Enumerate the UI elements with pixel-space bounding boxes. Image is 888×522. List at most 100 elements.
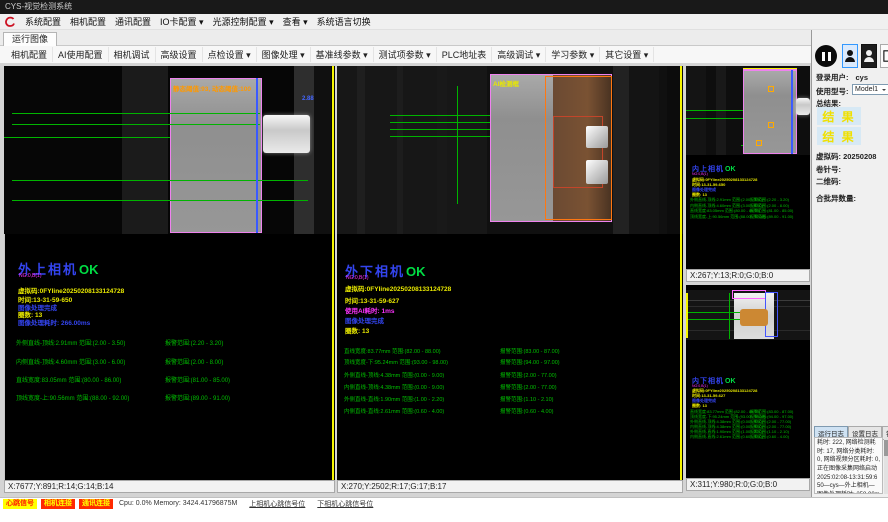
- virtual-code-row: 虚拟码: 20250208: [816, 151, 876, 162]
- model-label: 使用型号:: [816, 87, 849, 96]
- view-inner-lower-camera: 内下相机OK NG:0,B(1) 虚拟码:0FYIine202502081331…: [686, 285, 810, 491]
- measure-line: [729, 293, 730, 339]
- highlight-blob: [586, 126, 608, 148]
- measure-line: [12, 124, 260, 125]
- inner-lower-camera-image[interactable]: [686, 290, 810, 340]
- metal-tab: [263, 115, 310, 153]
- toolbar-advanced-settings[interactable]: 高级设置: [156, 47, 203, 62]
- upper-camera-heartbeat-link[interactable]: 上相机心跳信号位: [249, 499, 305, 509]
- magenta-rect: [732, 290, 766, 299]
- toolbar-advanced-debug[interactable]: 高级调试 ▾: [492, 47, 546, 62]
- window-title: CYS-视觉检测系统: [5, 2, 72, 11]
- toolbar-plc-address[interactable]: PLC地址表: [437, 47, 493, 62]
- ai-elapsed-line: 使用AI耗时: 1ms: [345, 305, 394, 315]
- threshold-overlay-label: 静态阈值:93, 动态阈值:100: [173, 83, 251, 93]
- menu-item-camera-config[interactable]: 相机配置: [70, 15, 106, 28]
- anchor-square: [756, 140, 762, 146]
- menu-item-system-config[interactable]: 系统配置: [25, 15, 61, 28]
- frame-boundary-line: [332, 66, 334, 480]
- user-icon: [864, 50, 874, 63]
- view-inner-upper-camera: 内上相机OK NG:0,B(1) 虚拟码:0FYIine202502081331…: [686, 66, 810, 282]
- toolbar-learn-params[interactable]: 学习参数 ▾: [546, 47, 600, 62]
- app-window: CYS-视觉检测系统 系统配置 相机配置 通讯配置 IO卡配置 ▾ 光源控制配置…: [0, 0, 888, 522]
- image-band: [629, 66, 659, 234]
- orange-blob: [740, 309, 768, 326]
- top-marker-line: [743, 69, 797, 70]
- measure-line: [12, 180, 308, 181]
- toolbar-ai-config[interactable]: AI使用配置: [53, 47, 109, 62]
- ng-note: NG:0,B(1): [19, 273, 42, 279]
- model-row: 使用型号: Model1: [816, 86, 849, 97]
- app-logo-icon: [4, 16, 16, 28]
- toolbar-other-settings[interactable]: 其它设置 ▾: [600, 47, 654, 62]
- user-login-button[interactable]: [842, 44, 858, 68]
- result-box-bottom: 结 果: [817, 127, 861, 145]
- exit-icon: [882, 49, 888, 63]
- cpu-memory-status: Cpu: 0.0% Memory: 3424.41796875M: [119, 500, 237, 507]
- needle-label: 卷针号:: [816, 164, 841, 175]
- detected-part-region: [743, 70, 797, 154]
- lower-camera-heartbeat-link[interactable]: 下相机心跳信号位: [317, 499, 373, 509]
- result-ok-label: OK: [725, 378, 736, 385]
- ng-note: NG:0,B(1): [692, 172, 708, 176]
- control-buttons: [813, 43, 888, 69]
- time-line: 时间:13-31-59-627: [345, 295, 399, 305]
- anchor-square: [768, 122, 774, 128]
- cursor-pixel-status: X:267;Y:13;R:0;G:0;B:0: [686, 269, 810, 282]
- view-outer-upper-camera: 静态阈值:93, 动态阈值:100 2.88 外上相机OK NG:0,B(1) …: [4, 66, 335, 493]
- edge-value-label: 2.88: [302, 96, 314, 102]
- menu-item-language[interactable]: 系统语言切换: [317, 15, 371, 28]
- highlight-blob: [586, 160, 608, 184]
- right-panel: 登录用户:cys 使用型号: Model1 总结果: 结 果 结 果 虚拟码: …: [811, 30, 888, 497]
- measure-line: [457, 86, 458, 204]
- log-scrollbar-thumb[interactable]: [884, 440, 888, 456]
- model-select[interactable]: Model1: [852, 84, 888, 95]
- toolbar-camera-debug[interactable]: 相机调试: [109, 47, 156, 62]
- tab-bar: 运行图像: [0, 30, 888, 46]
- menu-item-light-config[interactable]: 光源控制配置 ▾: [213, 15, 274, 28]
- outer-upper-camera-image[interactable]: 静态阈值:93, 动态阈值:100 2.88: [4, 66, 335, 234]
- login-user-label: 登录用户:: [816, 73, 849, 82]
- menu-item-comm-config[interactable]: 通讯配置: [115, 15, 151, 28]
- comm-connection-badge: 通讯连接: [79, 499, 113, 509]
- anchor-square: [768, 86, 774, 92]
- virtual-code-line: 虚拟码:0FYIine20250208133124728: [345, 283, 451, 293]
- toolbar-camera-config[interactable]: 相机配置: [6, 47, 53, 62]
- toolbar-baseline-params[interactable]: 基准线参数 ▾: [311, 47, 374, 62]
- user-switch-button[interactable]: [861, 44, 877, 68]
- image-band: [613, 66, 629, 234]
- qrcode-label: 二维码:: [816, 176, 841, 187]
- result-ok-label: OK: [79, 262, 99, 277]
- exit-button[interactable]: [880, 44, 888, 68]
- ai-box-label: AI检测框: [493, 78, 519, 88]
- toolbar: 相机配置 AI使用配置 相机调试 高级设置 点检设置 ▾ 图像处理 ▾ 基准线参…: [0, 46, 811, 64]
- image-band: [122, 66, 168, 234]
- measure-line: [12, 113, 260, 114]
- result-ok-label: OK: [406, 264, 426, 279]
- tab-run-image[interactable]: 运行图像: [3, 32, 57, 46]
- titlebar: CYS-视觉检测系统: [0, 0, 888, 14]
- log-scrollbar[interactable]: [884, 437, 888, 494]
- content-area: 静态阈值:93, 动态阈值:100 2.88 外上相机OK NG:0,B(1) …: [0, 64, 811, 497]
- menu-item-io-config[interactable]: IO卡配置 ▾: [160, 15, 204, 28]
- cursor-pixel-status: X:270;Y:2502;R:17;G:17;B:17: [337, 480, 683, 493]
- login-user-row: 登录用户: cys: [816, 72, 868, 83]
- metal-tab: [796, 98, 810, 115]
- camera-connection-badge: 相机连接: [41, 499, 75, 509]
- edge-marker-line: [256, 78, 258, 233]
- image-band: [397, 66, 403, 234]
- inner-upper-camera-image[interactable]: [686, 66, 810, 155]
- pause-button[interactable]: [813, 43, 839, 69]
- login-user-value: cys: [856, 73, 869, 82]
- menu-item-view[interactable]: 查看 ▾: [283, 15, 308, 28]
- virtual-code-label: 虚拟码:: [816, 152, 841, 161]
- outer-lower-camera-image[interactable]: AI检测框: [337, 66, 683, 234]
- toolbar-image-process[interactable]: 图像处理 ▾: [257, 47, 311, 62]
- toolbar-test-params[interactable]: 测试项参数 ▾: [374, 47, 437, 62]
- toolbar-spot-check[interactable]: 点检设置 ▾: [203, 47, 257, 62]
- virtual-code-value: 20250208: [843, 152, 876, 161]
- elapsed-line: 图像处理耗时: 266.00ms: [18, 317, 90, 327]
- image-band: [437, 66, 447, 234]
- image-band: [357, 66, 365, 234]
- cursor-pixel-status: X:7677;Y:891;R:14;G:14;B:14: [4, 480, 335, 493]
